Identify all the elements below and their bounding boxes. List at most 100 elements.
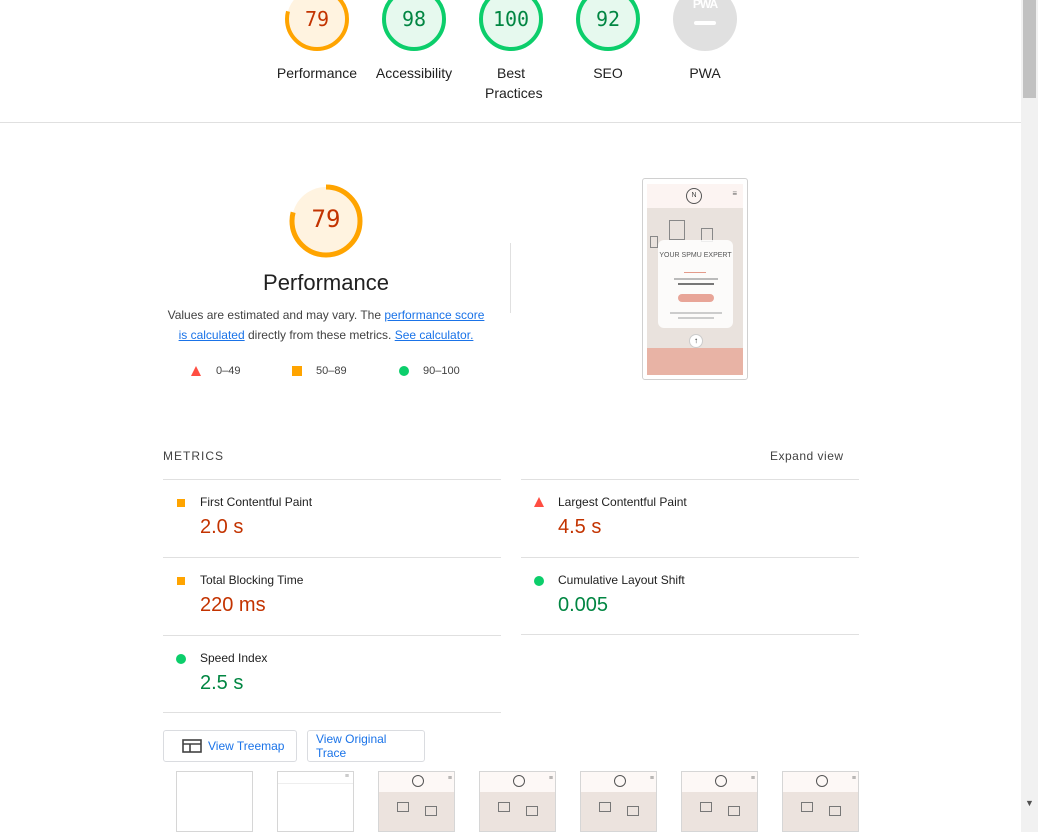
- average-square-icon: [177, 499, 185, 507]
- menu-icon: ≡: [750, 775, 755, 782]
- frame-header: [278, 772, 353, 784]
- metric-value: 2.5 s: [200, 672, 244, 694]
- gauge-label: SEO: [593, 65, 623, 81]
- frame-picture: [700, 802, 712, 812]
- gauge-score: 79: [304, 7, 330, 31]
- menu-icon: ≡: [851, 775, 856, 782]
- metric-value: 4.5 s: [558, 516, 602, 538]
- pwa-dash-icon: [694, 21, 716, 25]
- gauge-score: 98: [401, 7, 427, 31]
- view-treemap-button[interactable]: View Treemap: [163, 730, 297, 762]
- see-calculator-link[interactable]: See calculator.: [395, 328, 474, 342]
- gauge-label: Accessibility: [375, 65, 453, 81]
- hero-card: YOUR SPMU EXPERT: [658, 240, 733, 328]
- filmstrip-frame: ≡: [378, 771, 455, 832]
- site-logo-icon: [816, 775, 828, 787]
- metric-label: Speed Index: [200, 651, 268, 665]
- filmstrip-frame: ≡: [681, 771, 758, 832]
- frame-picture: [397, 802, 409, 812]
- pwa-badge-text: PWA: [692, 0, 718, 11]
- metric-cumulative-layout-shift: Cumulative Layout Shift 0.005: [521, 557, 859, 635]
- menu-icon: ≡: [649, 775, 654, 782]
- site-logo-icon: [513, 775, 525, 787]
- metric-first-contentful-paint: First Contentful Paint 2.0 s: [163, 479, 501, 557]
- frame-picture: [425, 806, 437, 816]
- gauge-label: Performance: [276, 65, 358, 81]
- site-logo-icon: [412, 775, 424, 787]
- filmstrip-frame: ≡: [580, 771, 657, 832]
- pass-circle-icon: [534, 576, 544, 586]
- metric-speed-index: Speed Index 2.5 s: [163, 635, 501, 713]
- divider: [510, 243, 511, 313]
- screenshot-content: N ≡ YOUR SPMU EXPERT ↑: [647, 184, 743, 375]
- frame-body: [783, 792, 858, 831]
- menu-icon: ≡: [732, 189, 737, 198]
- divider: [521, 634, 859, 635]
- menu-icon: ≡: [548, 775, 553, 782]
- metric-total-blocking-time: Total Blocking Time 220 ms: [163, 557, 501, 635]
- hero-divider: [684, 272, 706, 273]
- legend-pass: 90–100: [399, 362, 460, 380]
- performance-title: Performance: [263, 270, 389, 295]
- average-square-icon: [177, 577, 185, 585]
- frame-picture: [650, 236, 658, 248]
- menu-icon: ≡: [344, 773, 349, 780]
- performance-description: Values are estimated and may vary. The p…: [163, 305, 489, 345]
- fail-triangle-icon: [191, 366, 201, 376]
- frame-picture: [801, 802, 813, 812]
- metric-largest-contentful-paint: Largest Contentful Paint 4.5 s: [521, 479, 859, 557]
- metric-label: First Contentful Paint: [200, 495, 313, 509]
- legend-average: 50–89: [292, 362, 347, 380]
- filmstrip-frame: ≡: [479, 771, 556, 832]
- frame-picture: [599, 802, 611, 812]
- button-label: View Treemap: [208, 739, 285, 753]
- metric-value: 0.005: [558, 594, 609, 616]
- hero-text-line: [674, 278, 718, 280]
- gauge-label: PWA: [689, 65, 721, 81]
- hero-text-line: [678, 317, 714, 319]
- average-square-icon: [292, 366, 302, 376]
- desc-text: directly from these metrics.: [244, 328, 395, 342]
- frame-picture: [829, 806, 841, 816]
- metric-value: 220 ms: [200, 594, 266, 616]
- legend-fail: 0–49: [190, 362, 240, 380]
- frame-body: [581, 792, 656, 831]
- scroll-up-icon: ↑: [689, 334, 703, 348]
- fail-triangle-icon: [534, 497, 544, 507]
- pass-circle-icon: [399, 366, 409, 376]
- metric-label: Largest Contentful Paint: [558, 495, 687, 509]
- legend-label: 50–89: [316, 365, 347, 377]
- frame-header: ≡: [682, 772, 757, 792]
- legend-label: 0–49: [216, 365, 241, 377]
- screenshot-header: N ≡: [647, 184, 743, 208]
- frame-header: ≡: [581, 772, 656, 792]
- hero-title: YOUR SPMU EXPERT: [659, 252, 732, 259]
- scroll-down-arrow-icon[interactable]: ▼: [1025, 798, 1034, 808]
- filmstrip-frame: ≡: [277, 771, 354, 832]
- frame-header: ≡: [379, 772, 454, 792]
- metrics-heading: METRICS: [163, 449, 224, 463]
- frame-body: [480, 792, 555, 831]
- hero-text-line: [678, 283, 714, 285]
- expand-view-toggle[interactable]: Expand view: [770, 449, 844, 463]
- frame-body: [682, 792, 757, 831]
- frame-picture: [669, 220, 685, 240]
- frame-picture: [526, 806, 538, 816]
- metric-label: Total Blocking Time: [200, 573, 304, 587]
- frame-picture: [728, 806, 740, 816]
- frame-header: ≡: [783, 772, 858, 792]
- gauge-label: Best Practices: [485, 65, 543, 101]
- button-label: View Original Trace: [316, 732, 387, 760]
- pass-circle-icon: [176, 654, 186, 664]
- metric-label: Cumulative Layout Shift: [558, 573, 685, 587]
- legend-label: 90–100: [423, 365, 460, 377]
- final-screenshot[interactable]: N ≡ YOUR SPMU EXPERT ↑: [642, 178, 748, 380]
- site-logo-icon: [614, 775, 626, 787]
- metric-value: 2.0 s: [200, 516, 244, 538]
- vertical-scrollbar[interactable]: ▼: [1021, 0, 1038, 832]
- frame-picture: [498, 802, 510, 812]
- view-original-trace-button[interactable]: View Original Trace: [307, 730, 425, 762]
- desc-text: Values are estimated and may vary. The: [167, 308, 385, 322]
- frame-picture: [627, 806, 639, 816]
- scrollbar-thumb[interactable]: [1023, 0, 1036, 98]
